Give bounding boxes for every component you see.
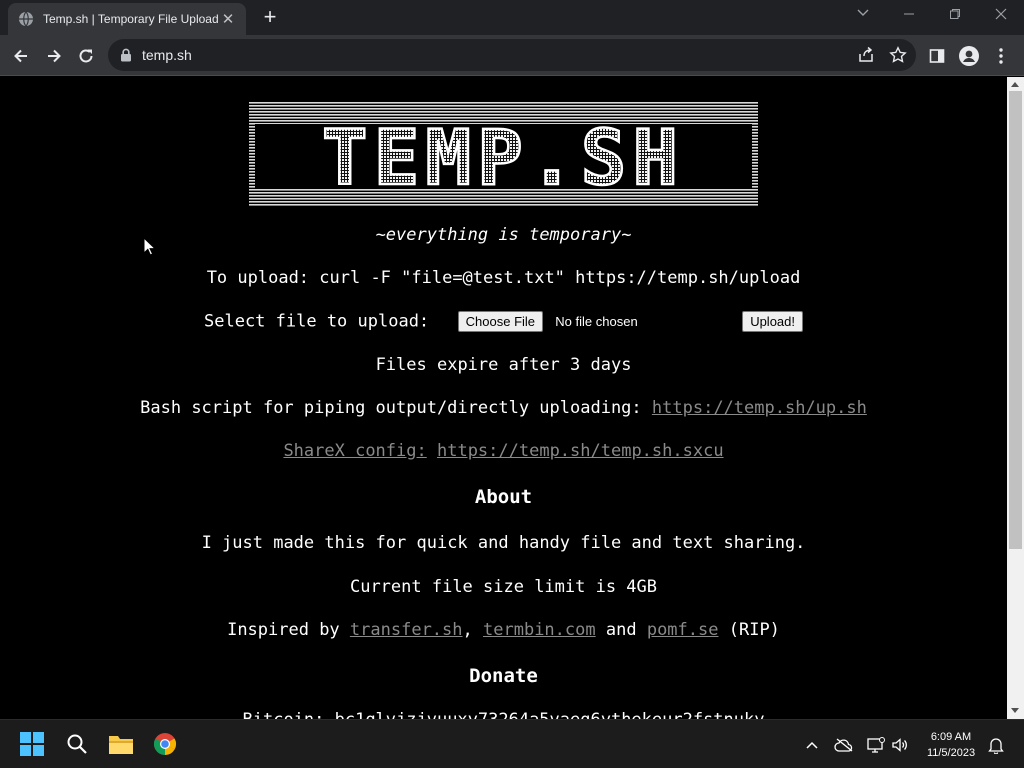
minimize-icon[interactable] (894, 4, 924, 26)
transfer-sh-link[interactable]: transfer.sh (350, 620, 463, 640)
comma: , (462, 620, 473, 640)
bookmark-star-icon[interactable] (889, 46, 907, 64)
inspired-by-label: Inspired by (227, 620, 340, 640)
tab-strip: Temp.sh | Temporary File Upload ✕ + (0, 0, 1024, 35)
globe-icon (19, 11, 33, 27)
scrollbar-thumb[interactable] (1009, 91, 1022, 549)
url-text: temp.sh (142, 47, 192, 63)
share-icon[interactable] (857, 46, 875, 64)
tab-title: Temp.sh | Temporary File Upload (43, 12, 219, 26)
chevron-up-icon[interactable] (802, 735, 822, 755)
close-window-icon[interactable] (986, 4, 1016, 26)
select-file-label: Select file to upload: (204, 311, 430, 332)
forward-icon[interactable] (41, 43, 67, 69)
rip-text: (RIP) (728, 620, 780, 640)
sharex-config-link[interactable]: ShareX config: (283, 441, 426, 461)
reload-icon[interactable] (73, 43, 99, 69)
expire-notice: Files expire after 3 days (375, 355, 632, 375)
bash-script-label: Bash script for piping output/directly u… (140, 398, 642, 418)
and-text: and (605, 620, 637, 640)
upload-form: Select file to upload: Choose File No fi… (0, 311, 1007, 332)
upload-button[interactable]: Upload! (742, 311, 803, 332)
windows-start-icon[interactable] (19, 731, 45, 757)
page-viewport: TEMP.SH ~everything is temporary~ To upl… (0, 77, 1007, 719)
sharex-sxcu-link[interactable]: https://temp.sh/temp.sh.sxcu (437, 441, 724, 461)
address-bar[interactable]: temp.sh (108, 39, 916, 71)
donate-heading: Donate (469, 665, 538, 687)
scroll-up-arrow-icon[interactable] (1011, 82, 1019, 87)
network-icon[interactable] (866, 735, 886, 755)
taskbar-clock[interactable]: 6:09 AM 11/5/2023 (914, 729, 988, 761)
choose-file-button[interactable]: Choose File (457, 311, 544, 332)
profile-avatar-icon[interactable] (958, 45, 980, 67)
tab-close-icon[interactable]: ✕ (220, 10, 236, 28)
inspired-by-line: Inspired by transfer.sh, termbin.com and… (0, 620, 1007, 640)
sharex-line: ShareX config: https://temp.sh/temp.sh.s… (0, 441, 1007, 461)
scroll-down-arrow-icon[interactable] (1011, 708, 1019, 713)
new-tab-button[interactable]: + (258, 6, 282, 30)
lock-icon (121, 48, 131, 62)
clock-date: 11/5/2023 (926, 747, 976, 759)
windows-taskbar: 6:09 AM 11/5/2023 (0, 719, 1024, 768)
file-explorer-icon[interactable] (108, 731, 134, 757)
temp-sh-logo: TEMP.SH (249, 102, 758, 206)
bash-script-line: Bash script for piping output/directly u… (0, 398, 1007, 418)
bash-script-link[interactable]: https://temp.sh/up.sh (652, 398, 867, 418)
notification-bell-icon[interactable] (986, 735, 1006, 755)
chrome-menu-icon[interactable] (990, 45, 1012, 67)
volume-icon[interactable] (890, 735, 910, 755)
side-panel-icon[interactable] (926, 45, 948, 67)
onedrive-offline-icon[interactable] (834, 735, 854, 755)
chrome-icon[interactable] (152, 731, 178, 757)
about-heading: About (474, 486, 533, 508)
curl-instructions: To upload: curl -F "file=@test.txt" http… (206, 268, 801, 288)
search-icon[interactable] (64, 731, 90, 757)
termbin-link[interactable]: termbin.com (483, 620, 596, 640)
bitcoin-address: Bitcoin: bc1qlvjzjvuuxy73264a5vaeg6ythek… (0, 710, 1007, 719)
restore-icon[interactable] (940, 4, 970, 26)
mouse-cursor-icon (143, 237, 155, 256)
browser-toolbar: temp.sh (0, 35, 1024, 76)
no-file-chosen-text: No file chosen (555, 314, 638, 329)
pomf-se-link[interactable]: pomf.se (647, 620, 719, 640)
svg-text:TEMP.SH: TEMP.SH (322, 113, 684, 202)
page-scrollbar[interactable] (1007, 77, 1024, 719)
size-limit-text: Current file size limit is 4GB (349, 577, 658, 597)
about-text: I just made this for quick and handy fil… (201, 533, 806, 553)
tab-temp-sh[interactable]: Temp.sh | Temporary File Upload ✕ (8, 3, 246, 35)
clock-time: 6:09 AM (930, 731, 972, 743)
back-icon[interactable] (8, 43, 34, 69)
tab-search-icon[interactable] (848, 4, 878, 26)
